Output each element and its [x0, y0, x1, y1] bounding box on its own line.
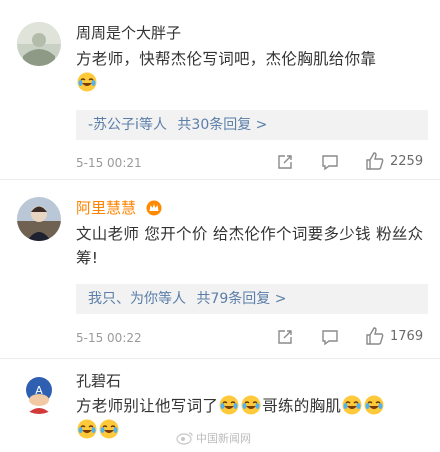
timestamp: 5-15 00:22: [76, 331, 142, 345]
avatar[interactable]: [17, 22, 61, 66]
comment-2: 阿里慧慧 文山老师 您开个价 给杰伦作个词要多少钱 粉丝众筹! 我只、为你等人 …: [0, 180, 440, 360]
comment-text: 方老师，快帮杰伦写词吧，杰伦胸肌给你靠: [76, 47, 426, 95]
laughing-tears-emoji: [241, 395, 261, 415]
comment-1: 周周是个大胖子 方老师，快帮杰伦写词吧，杰伦胸肌给你靠 -苏公子i等人 共30条…: [0, 0, 440, 180]
like-icon[interactable]: [365, 151, 385, 175]
avatar[interactable]: A: [17, 370, 61, 414]
avatar[interactable]: [17, 197, 61, 241]
divider: [0, 358, 440, 359]
laughing-tears-emoji: [77, 419, 97, 439]
comment-text: 文山老师 您开个价 给杰伦作个词要多少钱 粉丝众筹!: [76, 225, 424, 267]
username[interactable]: 孔碧石: [76, 370, 121, 391]
reply-summary[interactable]: 我只、为你等人 共79条回复 >: [76, 284, 428, 314]
repost-icon[interactable]: [276, 153, 294, 175]
reply-count-link[interactable]: 共79条回复 >: [196, 291, 286, 307]
comment-text-part: 哥练的胸肌: [262, 397, 342, 415]
weibo-watermark-icon: [176, 430, 194, 449]
reply-count-link[interactable]: 共30条回复 >: [177, 117, 267, 133]
reply-users-link[interactable]: 我只、为你等人: [88, 291, 186, 307]
timestamp: 5-15 00:21: [76, 156, 142, 170]
comment-text-content: 方老师，快帮杰伦写词吧，杰伦胸肌给你靠: [76, 50, 377, 68]
laughing-tears-emoji: [342, 395, 362, 415]
comment-icon[interactable]: [321, 153, 339, 175]
laughing-tears-emoji: [99, 419, 119, 439]
comment-text: 方老师别让他写词了 哥练的胸肌: [76, 394, 426, 442]
repost-icon[interactable]: [276, 328, 294, 350]
like-count: 1769: [390, 329, 424, 344]
laughing-tears-emoji: [77, 72, 97, 92]
comment-text-part: 方老师别让他写词了: [76, 397, 219, 415]
watermark: 中国新闻网: [196, 432, 251, 445]
like-count: 2259: [390, 154, 424, 169]
laughing-tears-emoji: [219, 395, 239, 415]
laughing-tears-emoji: [364, 395, 384, 415]
vip-crown-icon: [146, 200, 162, 216]
username[interactable]: 阿里慧慧: [76, 197, 136, 218]
reply-users-link[interactable]: -苏公子i等人: [88, 117, 167, 133]
reply-summary[interactable]: -苏公子i等人 共30条回复 >: [76, 110, 428, 140]
comment-icon[interactable]: [321, 328, 339, 350]
like-icon[interactable]: [365, 326, 385, 350]
username[interactable]: 周周是个大胖子: [76, 22, 181, 43]
